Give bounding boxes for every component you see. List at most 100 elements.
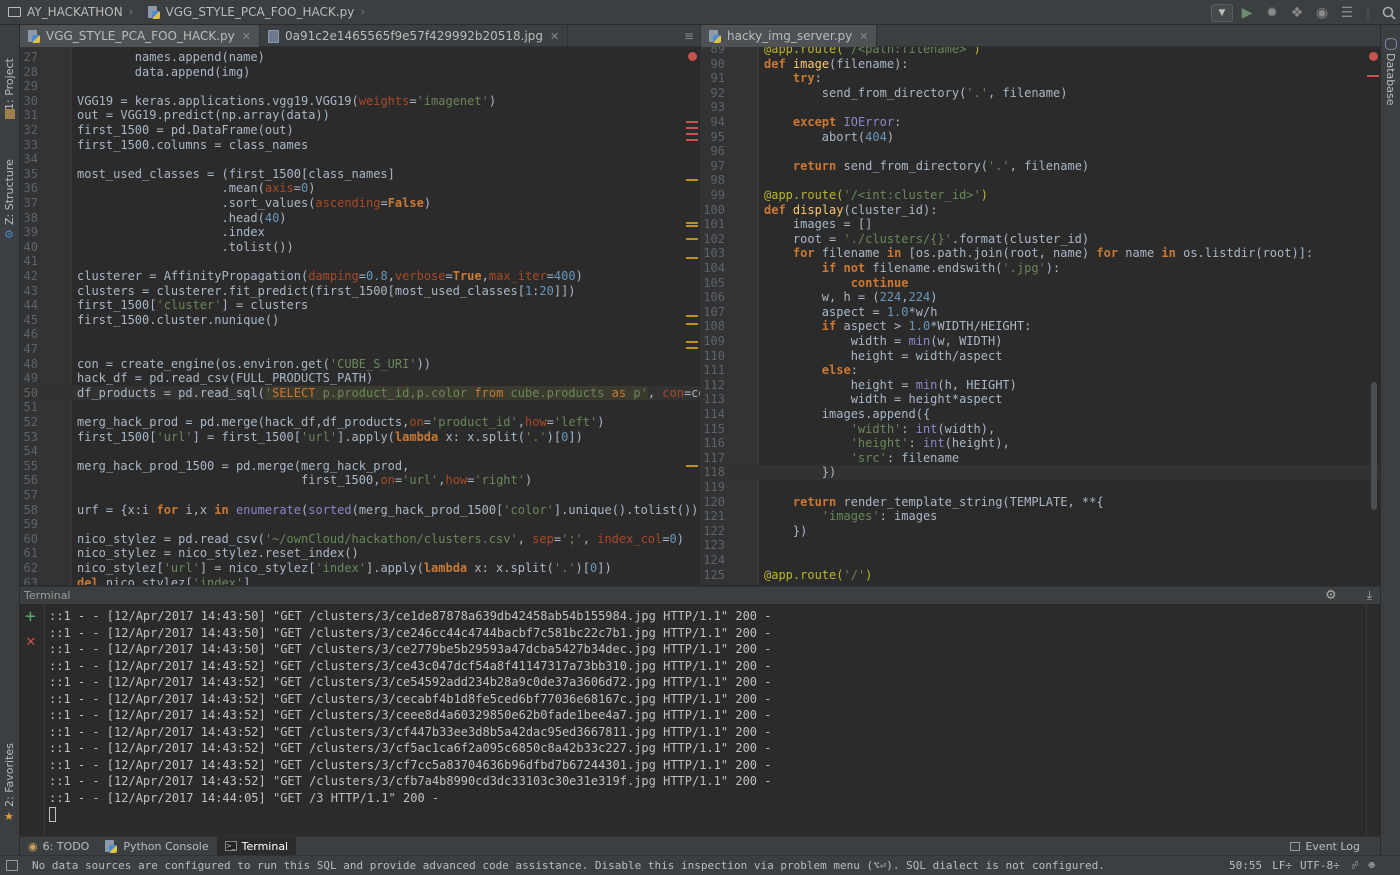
code-line[interactable]: 47 <box>20 342 700 357</box>
code-line[interactable]: 44 first_1500['cluster'] = clusters <box>20 298 700 313</box>
coverage-button[interactable]: ❖ <box>1286 2 1308 24</box>
code-line[interactable]: 108 if aspect > 1.0*WIDTH/HEIGHT: <box>701 319 1380 334</box>
code-line[interactable]: 61 nico_stylez = nico_stylez.reset_index(… <box>20 546 700 561</box>
code-line[interactable]: 125 @app.route('/') <box>701 568 1380 583</box>
favorites-tool-tab[interactable]: 2: Favorites <box>3 743 16 807</box>
breadcrumb-project[interactable]: AY_HACKATHON › <box>0 0 140 25</box>
debug-button[interactable]: ✹ <box>1261 2 1283 24</box>
new-session-icon[interactable]: + <box>25 608 36 626</box>
code-line[interactable]: 89 @app.route('/<path:filename>') <box>701 47 1380 57</box>
project-tool-tab[interactable]: 1: Project <box>3 58 16 110</box>
code-line[interactable]: 110 height = width/aspect <box>701 349 1380 364</box>
code-line[interactable]: 118 }) <box>701 465 1380 480</box>
code-line[interactable]: 55 merg_hack_prod_1500 = pd.merge(merg_ha… <box>20 459 700 474</box>
code-line[interactable]: 119 <box>701 480 1380 495</box>
tab-jpg-image[interactable]: 0a91c2e1465565f9e57f429992b20518.jpg ✕ <box>260 25 569 47</box>
error-stripe[interactable] <box>686 323 698 325</box>
code-line[interactable]: 113 width = height*aspect <box>701 392 1380 407</box>
code-line[interactable]: 42 clusterer = AffinityPropagation(dampin… <box>20 269 700 284</box>
lock-icon[interactable]: ☍ <box>1352 859 1359 872</box>
error-stripe[interactable] <box>686 133 698 135</box>
code-line[interactable]: 107 aspect = 1.0*w/h <box>701 305 1380 320</box>
code-line[interactable]: 120 return render_template_string(TEMPLA… <box>701 495 1380 510</box>
code-line[interactable]: 91 try: <box>701 71 1380 86</box>
error-stripe[interactable] <box>686 179 698 181</box>
code-line[interactable]: 116 'height': int(height), <box>701 436 1380 451</box>
code-line[interactable]: 41 <box>20 254 700 269</box>
close-icon[interactable]: ✕ <box>550 30 559 43</box>
code-line[interactable]: 57 <box>20 488 700 503</box>
code-line[interactable]: 39 .index <box>20 225 700 240</box>
error-stripe[interactable] <box>686 225 698 227</box>
database-tool-tab[interactable]: Database <box>1384 53 1397 106</box>
error-stripe[interactable] <box>686 222 698 224</box>
code-line[interactable]: 100 def display(cluster_id): <box>701 203 1380 218</box>
close-icon[interactable]: ✕ <box>242 30 251 43</box>
tab-vgg-style-pca[interactable]: VGG_STYLE_PCA_FOO_HACK.py ✕ <box>20 25 260 47</box>
tab-hacky-img-server[interactable]: hacky_img_server.py ✕ <box>701 25 878 47</box>
code-line[interactable]: 58 urf = {x:i for i,x in enumerate(sorted… <box>20 503 700 518</box>
code-line[interactable]: 43 clusters = clusterer.fit_predict(first… <box>20 284 700 299</box>
close-icon[interactable]: ✕ <box>859 30 868 43</box>
code-line[interactable]: 32 first_1500 = pd.DataFrame(out) <box>20 123 700 138</box>
code-line[interactable]: 94 except IOError: <box>701 115 1380 130</box>
event-log-button[interactable]: Event Log <box>1282 837 1368 856</box>
structure-button[interactable]: ☰ <box>1336 2 1358 24</box>
editor-scrollbar[interactable] <box>1371 382 1377 510</box>
breadcrumb-file[interactable]: VGG_STYLE_PCA_FOO_HACK.py › <box>140 0 372 25</box>
error-stripe[interactable] <box>686 238 698 240</box>
code-line[interactable]: 27 names.append(name) <box>20 50 700 65</box>
code-line[interactable]: 60 nico_stylez = pd.read_csv('~/ownCloud/… <box>20 532 700 547</box>
error-stripe[interactable] <box>686 127 698 129</box>
code-line[interactable]: 49 hack_df = pd.read_csv(FULL_PRODUCTS_PA… <box>20 371 700 386</box>
code-line[interactable]: 115 'width': int(width), <box>701 422 1380 437</box>
code-line[interactable]: 111 else: <box>701 363 1380 378</box>
tool-tab-terminal[interactable]: >_ Terminal <box>216 836 297 856</box>
file-encoding[interactable]: UTF-8÷ <box>1300 859 1340 872</box>
error-stripe[interactable] <box>686 315 698 317</box>
error-stripe[interactable] <box>686 465 698 467</box>
error-stripe[interactable] <box>686 139 698 141</box>
code-line[interactable]: 59 <box>20 517 700 532</box>
line-separator[interactable]: LF÷ <box>1272 859 1292 872</box>
code-line[interactable]: 123 <box>701 538 1380 553</box>
code-line[interactable]: 103 for filename in [os.path.join(root, … <box>701 246 1380 261</box>
tool-tab-todo[interactable]: ◉ 6: TODO <box>20 837 97 856</box>
code-line[interactable]: 114 images.append({ <box>701 407 1380 422</box>
error-stripe[interactable] <box>686 257 698 259</box>
code-line[interactable]: 53 first_1500['url'] = first_1500['url'].… <box>20 430 700 445</box>
error-stripe[interactable] <box>686 121 698 123</box>
code-line[interactable]: 96 <box>701 144 1380 159</box>
code-line[interactable]: 51 <box>20 400 700 415</box>
code-line[interactable]: 46 <box>20 327 700 342</box>
code-line[interactable]: 97 return send_from_directory('.', filen… <box>701 159 1380 174</box>
run-config-dropdown[interactable]: ▼ <box>1211 2 1233 24</box>
code-line[interactable]: 104 if not filename.endswith('.jpg'): <box>701 261 1380 276</box>
code-line[interactable]: 109 width = min(w, WIDTH) <box>701 334 1380 349</box>
code-line[interactable]: 98 <box>701 173 1380 188</box>
terminal-output[interactable]: ::1 - - [12/Apr/2017 14:43:50] "GET /clu… <box>45 604 1365 836</box>
right-code-editor[interactable]: 89 @app.route('/<path:filename>') 90 def im… <box>701 47 1380 585</box>
code-line[interactable]: 56 first_1500,on='url',how='right') <box>20 473 700 488</box>
tab-list-button[interactable]: ≡ <box>678 25 700 46</box>
code-line[interactable]: 101 images = [] <box>701 217 1380 232</box>
code-line[interactable]: 117 'src': filename <box>701 451 1380 466</box>
code-line[interactable]: 30 VGG19 = keras.applications.vgg19.VGG19… <box>20 94 700 109</box>
code-line[interactable]: 93 <box>701 100 1380 115</box>
code-line[interactable]: 90 def image(filename): <box>701 57 1380 72</box>
code-line[interactable]: 35 most_used_classes = (first_1500[class_… <box>20 167 700 182</box>
code-line[interactable]: 124 <box>701 553 1380 568</box>
toggle-tool-windows-icon[interactable] <box>6 860 18 871</box>
code-line[interactable]: 54 <box>20 444 700 459</box>
error-stripe[interactable] <box>686 347 698 349</box>
structure-tool-tab[interactable]: Z: Structure <box>3 159 16 225</box>
code-line[interactable]: 50 df_products = pd.read_sql('SELECT p.pr… <box>20 385 700 401</box>
code-line[interactable]: 38 .head(40) <box>20 211 700 226</box>
code-line[interactable]: 45 first_1500.cluster.nunique() <box>20 313 700 328</box>
gear-icon[interactable]: ⚙ <box>1325 588 1337 603</box>
code-line[interactable]: 92 send_from_directory('.', filename) <box>701 86 1380 101</box>
code-line[interactable]: 95 abort(404) <box>701 130 1380 145</box>
caret-position[interactable]: 50:55 <box>1229 859 1262 872</box>
code-line[interactable]: 33 first_1500.columns = class_names <box>20 138 700 153</box>
left-code-editor[interactable]: 27 names.append(name) 28 data.append(img)… <box>20 47 700 585</box>
